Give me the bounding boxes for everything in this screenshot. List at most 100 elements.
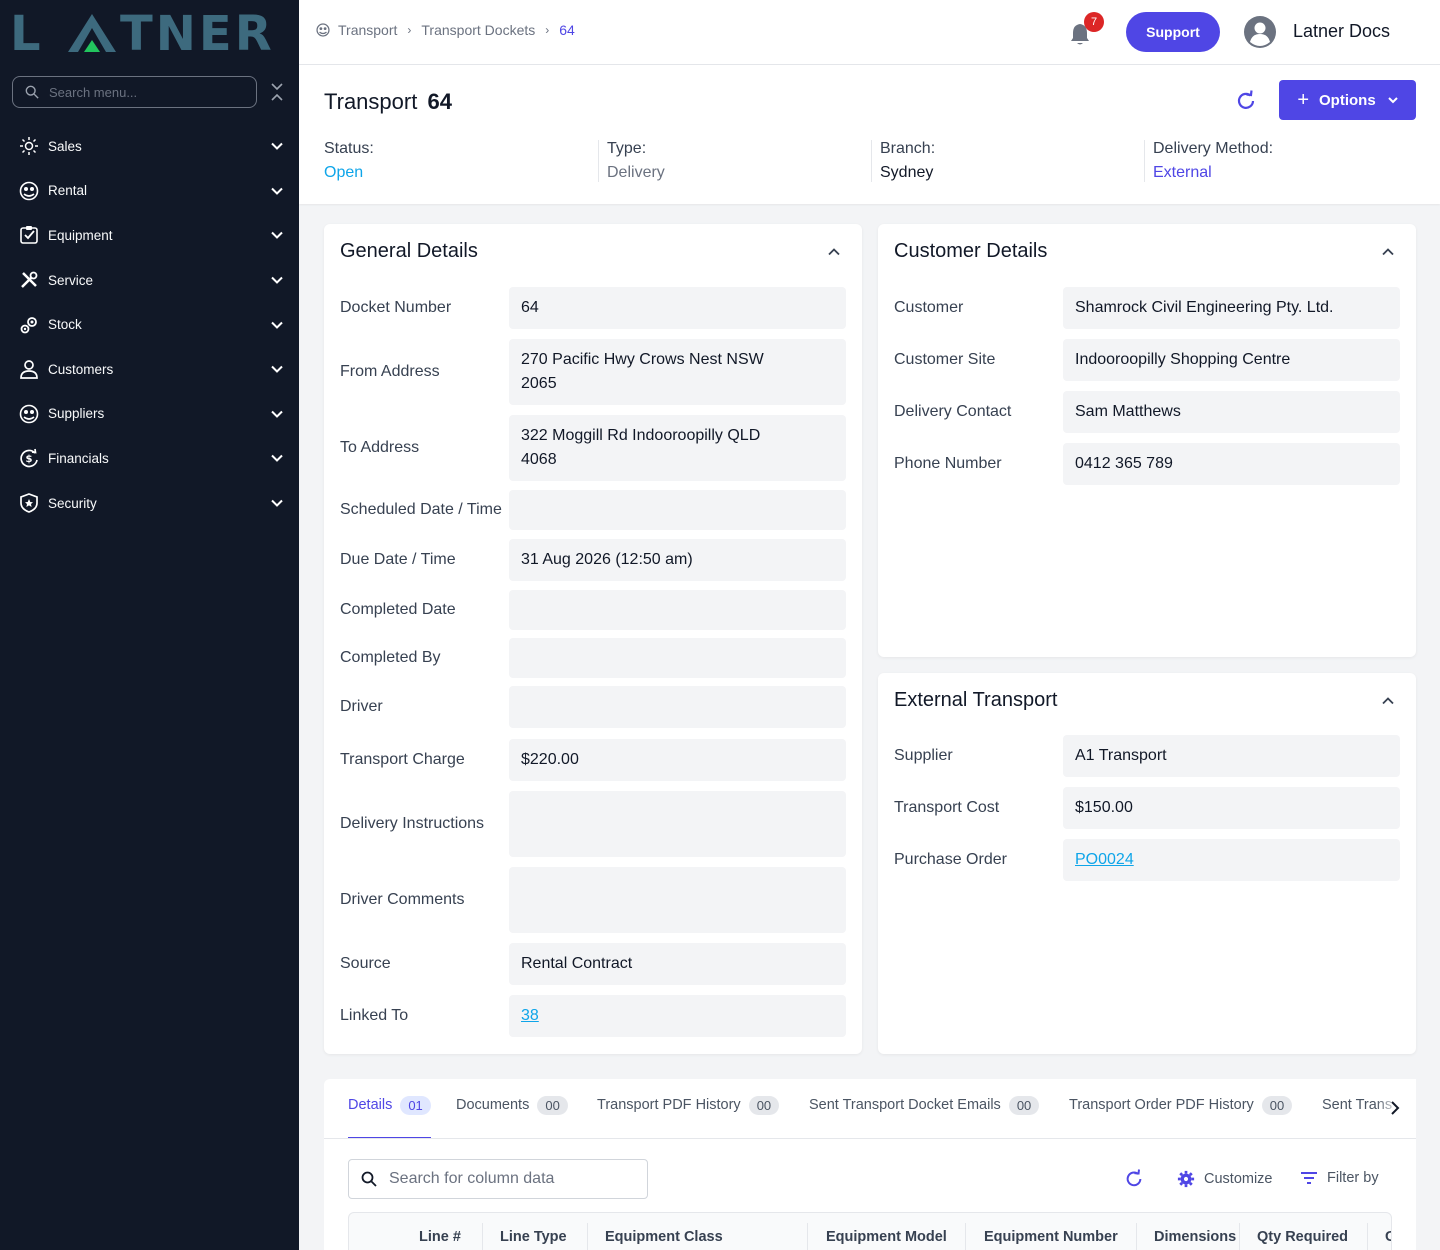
- supplier-row: Supplier A1 Transport: [894, 735, 1400, 777]
- tab-count-badge: 00: [537, 1096, 568, 1115]
- menu-search-input[interactable]: Search menu...: [12, 76, 257, 108]
- sidebar-item-label: Suppliers: [48, 406, 105, 422]
- column-header[interactable]: Equipment Model: [826, 1229, 947, 1245]
- customer-site-row: Customer Site Indooroopilly Shopping Cent…: [894, 339, 1400, 381]
- customize-button[interactable]: Customize: [1177, 1170, 1273, 1188]
- chevron-right-icon: ›: [545, 23, 550, 37]
- customer-details-title: Customer Details: [894, 240, 1048, 262]
- refresh-icon[interactable]: [1235, 90, 1257, 112]
- filter-by-button[interactable]: Filter by: [1300, 1170, 1379, 1186]
- collapse-sidebar-icon[interactable]: [270, 82, 284, 102]
- column-search-input[interactable]: Search for column data: [348, 1159, 648, 1199]
- chevron-up-icon[interactable]: [828, 246, 840, 258]
- financials-icon: $: [18, 447, 40, 469]
- sidebar-item-service[interactable]: Service: [0, 258, 299, 303]
- purchase-order-link[interactable]: PO0024: [1075, 848, 1134, 872]
- filter-icon: [1301, 1172, 1317, 1184]
- column-header[interactable]: Dimensions: [1154, 1229, 1236, 1245]
- driver-row: Driver: [340, 686, 846, 728]
- tab-label: Transport Order PDF History: [1069, 1097, 1254, 1113]
- service-icon: [18, 269, 40, 291]
- chevron-down-icon: [271, 410, 283, 418]
- chevron-down-icon: [271, 455, 283, 463]
- status-value: Open: [324, 164, 364, 181]
- general-details-card: General Details Docket Number 64 From Add…: [324, 224, 862, 1054]
- user-avatar-icon[interactable]: [1244, 16, 1276, 48]
- scheduled-date-row: Scheduled Date / Time: [340, 490, 846, 530]
- user-name[interactable]: Latner Docs: [1293, 21, 1390, 42]
- tab-count-badge: 00: [1261, 1096, 1293, 1115]
- column-header[interactable]: Line Type: [500, 1229, 567, 1245]
- chevron-right-icon[interactable]: [1390, 1101, 1400, 1115]
- refresh-icon[interactable]: [1124, 1169, 1144, 1189]
- delivery-method-value: External: [1153, 164, 1212, 181]
- sidebar-item-security[interactable]: Security: [0, 481, 299, 526]
- column-divider: [587, 1223, 588, 1250]
- sidebar-item-financials[interactable]: $ Financials: [0, 436, 299, 481]
- type-value: Delivery: [607, 164, 665, 181]
- tab-documents[interactable]: Documents 00: [456, 1096, 568, 1138]
- field-label: Scheduled Date / Time: [340, 501, 502, 518]
- customize-label: Customize: [1204, 1171, 1273, 1187]
- field-label: Phone Number: [894, 455, 1002, 472]
- chevron-up-icon[interactable]: [1382, 695, 1394, 707]
- svg-text:L: L: [10, 12, 44, 54]
- sidebar-item-label: Service: [48, 272, 94, 288]
- breadcrumb-transport-dockets[interactable]: Transport Dockets: [421, 22, 535, 38]
- supplier-field: A1 Transport: [1063, 735, 1400, 777]
- field-label: Completed By: [340, 649, 441, 666]
- latner-logo[interactable]: L TNER: [10, 6, 280, 62]
- branch-field: Branch: Sydney: [871, 140, 1143, 182]
- search-icon: [361, 1171, 377, 1187]
- tab-transport-order-pdf-history[interactable]: Transport Order PDF History 00: [1069, 1096, 1293, 1138]
- field-label: Delivery Contact: [894, 403, 1012, 420]
- support-button[interactable]: Support: [1126, 12, 1220, 52]
- transport-cost-row: Transport Cost $150.00: [894, 787, 1400, 829]
- field-label: Driver: [340, 698, 383, 715]
- delivery-instructions-field: [509, 791, 846, 857]
- tab-bar: Details 01 Documents 00 Transport PDF Hist…: [324, 1079, 1416, 1139]
- column-header[interactable]: Equipment Class: [605, 1229, 723, 1245]
- linked-to-row: Linked To 38: [340, 995, 846, 1037]
- external-transport-card: External Transport Supplier A1 Transport …: [878, 673, 1416, 1054]
- tab-sent-transport-docket-emails[interactable]: Sent Transport Docket Emails 00: [809, 1096, 1040, 1138]
- delivery-method-label: Delivery Method:: [1153, 140, 1274, 157]
- branch-label: Branch:: [880, 140, 936, 157]
- chevron-up-icon[interactable]: [1382, 246, 1394, 258]
- tab-transport-pdf-history[interactable]: Transport PDF History 00: [597, 1096, 780, 1138]
- chevron-down-icon: [271, 143, 283, 151]
- sidebar-item-suppliers[interactable]: Suppliers: [0, 392, 299, 437]
- tab-label: Sent Transport Docket Emails: [809, 1097, 1001, 1113]
- options-button[interactable]: + Options: [1279, 80, 1416, 120]
- driver-comments-row: Driver Comments: [340, 867, 846, 933]
- purchase-order-row: Purchase Order PO0024: [894, 839, 1400, 881]
- column-header[interactable]: Qty Required: [1257, 1229, 1348, 1245]
- customer-field: Shamrock Civil Engineering Pty. Ltd.: [1063, 287, 1400, 329]
- breadcrumb-transport[interactable]: Transport: [338, 22, 397, 38]
- page-title: Transport 64: [324, 89, 452, 115]
- column-search-placeholder: Search for column data: [389, 1170, 555, 1187]
- svg-text:TNER: TNER: [120, 12, 275, 54]
- tab-details[interactable]: Details 01: [348, 1096, 431, 1138]
- branch-value: Sydney: [880, 164, 934, 181]
- linked-to-link[interactable]: 38: [521, 1004, 539, 1028]
- due-date-row: Due Date / Time 31 Aug 2026 (12:50 am): [340, 539, 846, 581]
- column-header[interactable]: C: [1385, 1229, 1391, 1245]
- breadcrumb-current: 64: [559, 22, 575, 38]
- column-divider: [965, 1223, 966, 1250]
- completed-date-field: [509, 590, 846, 630]
- menu-search-placeholder: Search menu...: [49, 84, 138, 100]
- column-header[interactable]: Line #: [419, 1229, 461, 1245]
- transport-charge-field: $220.00: [509, 739, 846, 781]
- sidebar-item-sales[interactable]: Sales: [0, 124, 299, 169]
- breadcrumb: Transport › Transport Dockets › 64: [316, 22, 575, 38]
- sidebar-item-rental[interactable]: Rental: [0, 169, 299, 214]
- field-label: Completed Date: [340, 601, 456, 618]
- sidebar-item-equipment[interactable]: Equipment: [0, 213, 299, 258]
- completed-by-field: [509, 638, 846, 678]
- svg-text:$: $: [26, 454, 33, 465]
- sidebar-item-stock[interactable]: Stock: [0, 302, 299, 347]
- sidebar-item-customers[interactable]: Customers: [0, 347, 299, 392]
- transport-charge-row: Transport Charge $220.00: [340, 739, 846, 781]
- column-header[interactable]: Equipment Number: [984, 1229, 1118, 1245]
